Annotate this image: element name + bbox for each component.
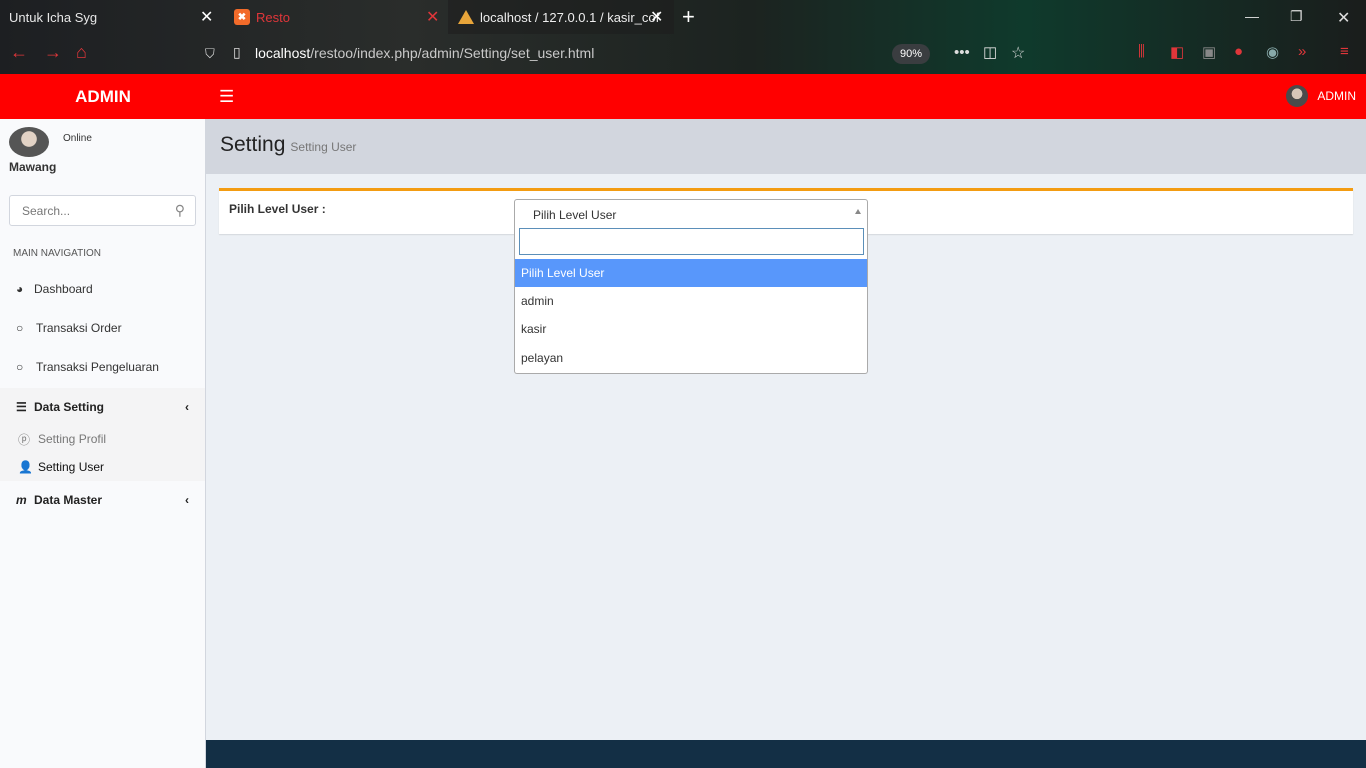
chevron-left-icon: ‹	[185, 493, 189, 507]
main-content: Setting Setting User Pilih Level User : P…	[206, 119, 1366, 740]
dropdown-search-input[interactable]	[519, 228, 864, 255]
tab-title: Untuk Icha Syg	[9, 9, 98, 25]
url-bar[interactable]: localhost/restoo/index.php/admin/Setting…	[255, 45, 594, 61]
header-username: ADMIN	[1317, 89, 1356, 103]
close-icon[interactable]: ✕	[426, 7, 439, 27]
page-icon: ▯	[233, 44, 241, 60]
sidebar-item-data-setting[interactable]: ☰ Data Setting ‹	[0, 388, 205, 426]
select-value: Pilih Level User	[533, 208, 617, 222]
main-navigation-header: MAIN NAVIGATION	[13, 248, 101, 259]
sidebar-subitem-setting-user[interactable]: 👤 Setting User	[0, 452, 205, 481]
circle-icon: ○	[16, 321, 24, 335]
level-user-label: Pilih Level User :	[229, 202, 326, 216]
chevron-left-icon: ‹	[185, 400, 189, 414]
m-icon: m	[16, 493, 27, 507]
sidebar-item-transaksi-pengeluaran[interactable]: ○ Transaksi Pengeluaran	[0, 348, 205, 386]
browser-chrome: Untuk Icha Syg ✕ ✖ Resto ✕ localhost / 1…	[0, 0, 1366, 74]
user-icon: 👤	[18, 459, 33, 474]
caret-up-icon	[855, 209, 861, 214]
sidebar-subitem-label: Setting User	[38, 459, 105, 474]
account-icon[interactable]: ●	[1234, 43, 1243, 60]
app-header: ADMIN ☰ ADMIN	[0, 74, 1366, 119]
select-dropdown: Pilih Level User admin kasir pelayan	[514, 223, 868, 374]
menu-icon[interactable]: ≡	[1340, 43, 1349, 60]
option-pelayan[interactable]: pelayan	[515, 344, 867, 372]
level-user-select[interactable]: Pilih Level User	[514, 199, 868, 225]
sidebar-item-label: Data Master	[34, 493, 103, 507]
page-title: Setting Setting User	[220, 133, 356, 157]
sidebar-item-data-master[interactable]: m Data Master ‹	[0, 481, 205, 519]
tab-untuk-icha[interactable]: Untuk Icha Syg ✕	[0, 0, 224, 34]
forward-icon[interactable]: →	[44, 42, 62, 63]
extension-icon[interactable]: ◉	[1266, 43, 1279, 61]
close-icon[interactable]: ✕	[650, 7, 663, 27]
content-header: Setting Setting User	[206, 119, 1366, 174]
url-path: /restoo/index.php/admin/Setting/set_user…	[310, 45, 595, 61]
tab-title: Resto	[256, 9, 290, 25]
url-host: localhost	[255, 45, 311, 61]
sidebar-item-label: Transaksi Order	[36, 321, 122, 335]
circle-icon: ○	[16, 360, 24, 374]
tab-phpmyadmin[interactable]: localhost / 127.0.0.1 / kasir_cof ✕	[448, 0, 674, 34]
sidebar-item-label: Data Setting	[34, 400, 105, 414]
sidebar-item-transaksi-order[interactable]: ○ Transaksi Order	[0, 309, 205, 347]
window-close-icon[interactable]: ✕	[1337, 8, 1350, 28]
online-status: Online	[63, 133, 92, 144]
library-icon[interactable]: ⫼	[1138, 43, 1145, 60]
minimize-icon[interactable]: —	[1245, 8, 1259, 24]
nav-bar: ← → ⌂ ⛉ ▯ ••• ◫ ☆ ⫼ ◧ ▣ ● ◉ » ≡	[0, 34, 1366, 74]
more-icon[interactable]: •••	[954, 44, 970, 61]
sidebar-subitem-setting-profil[interactable]: ⓟ Setting Profil	[0, 426, 205, 452]
zoom-badge[interactable]: 90%	[892, 44, 930, 64]
sidebar-item-dashboard[interactable]: ◕ Dashboard	[0, 270, 205, 308]
sidebar-item-label: Transaksi Pengeluaran	[36, 360, 159, 374]
home-icon[interactable]: ⌂	[76, 42, 87, 63]
overflow-icon[interactable]: »	[1298, 43, 1306, 60]
close-icon[interactable]: ✕	[200, 7, 213, 27]
xampp-icon: ✖	[234, 9, 250, 25]
page-title-text: Setting	[220, 133, 286, 156]
option-admin[interactable]: admin	[515, 287, 867, 315]
shield-icon[interactable]: ⛉	[205, 46, 215, 62]
dashboard-icon: ◕	[16, 282, 24, 296]
search-icon[interactable]: ⚲	[175, 202, 185, 219]
sidebar-subitem-label: Setting Profil	[38, 432, 107, 446]
sidebar: Online Mawang Search... ⚲ MAIN NAVIGATIO…	[0, 119, 206, 768]
extension-icon[interactable]: ▣	[1202, 43, 1216, 61]
new-tab-icon[interactable]: +	[682, 4, 695, 30]
avatar	[1286, 85, 1309, 107]
tab-title: localhost / 127.0.0.1 / kasir_cof	[480, 9, 660, 25]
phpmyadmin-icon	[458, 10, 474, 24]
restore-icon[interactable]: ❐	[1290, 8, 1303, 25]
sidebar-icon[interactable]: ◧	[1170, 43, 1184, 61]
app-logo[interactable]: ADMIN	[0, 74, 206, 119]
search-placeholder: Search...	[22, 203, 71, 218]
tab-strip: Untuk Icha Syg ✕ ✖ Resto ✕ localhost / 1…	[0, 0, 1366, 34]
hamburger-icon[interactable]: ☰	[219, 87, 234, 107]
pocket-icon[interactable]: ◫	[983, 43, 997, 61]
user-menu[interactable]: ADMIN	[1286, 85, 1356, 107]
search-input[interactable]: Search... ⚲	[9, 195, 196, 226]
database-icon: ☰	[16, 400, 27, 414]
avatar	[9, 127, 49, 157]
back-icon[interactable]: ←	[10, 42, 28, 63]
footer	[206, 740, 1366, 768]
option-pilih-level-user[interactable]: Pilih Level User	[515, 259, 867, 287]
tab-resto[interactable]: ✖ Resto ✕	[224, 0, 448, 34]
option-kasir[interactable]: kasir	[515, 315, 867, 343]
bookmark-star-icon[interactable]: ☆	[1011, 43, 1025, 63]
p-icon: ⓟ	[18, 432, 31, 447]
page-subtitle: Setting User	[290, 140, 357, 154]
sidebar-item-label: Dashboard	[34, 282, 93, 296]
sidebar-username: Mawang	[9, 160, 57, 174]
